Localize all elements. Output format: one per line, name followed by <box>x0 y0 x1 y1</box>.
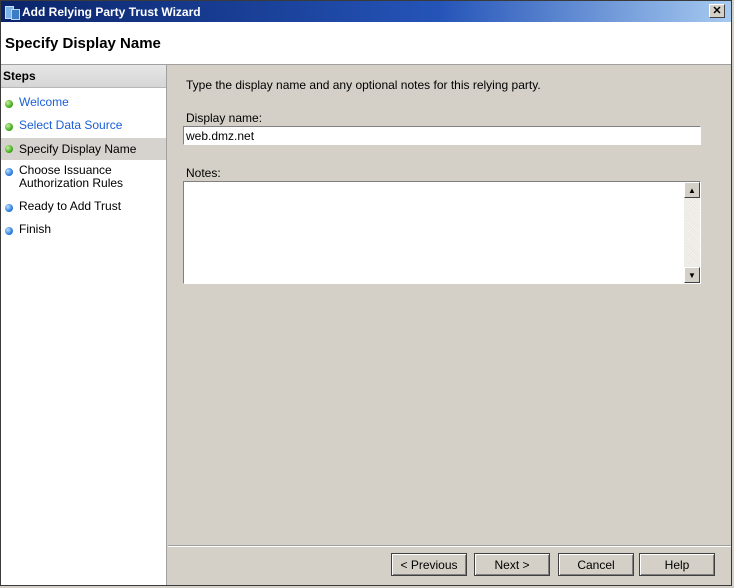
previous-button[interactable]: < Previous <box>391 553 467 576</box>
notes-scrollbar[interactable]: ▲ ▼ <box>684 182 700 283</box>
step-label: Choose Issuance Authorization Rules <box>19 163 124 190</box>
step-ready-to-add-trust: Ready to Add Trust <box>1 200 166 215</box>
step-pending-icon <box>5 227 13 235</box>
step-pending-icon <box>5 204 13 212</box>
step-select-data-source[interactable]: Select Data Source <box>1 119 166 134</box>
close-button[interactable]: ✕ <box>709 4 725 18</box>
steps-panel: Steps Welcome Select Data Source Specify… <box>1 65 167 585</box>
title-bar[interactable]: Add Relying Party Trust Wizard ✕ <box>1 1 731 22</box>
step-label: Ready to Add Trust <box>19 199 122 213</box>
arrow-up-icon: ▲ <box>688 185 696 195</box>
step-specify-display-name: Specify Display Name <box>1 138 166 160</box>
step-complete-icon <box>5 145 13 153</box>
cancel-button[interactable]: Cancel <box>558 553 634 576</box>
step-complete-icon <box>5 123 13 131</box>
step-pending-icon <box>5 168 13 176</box>
step-complete-icon <box>5 100 13 108</box>
step-label: Specify Display Name <box>19 142 137 156</box>
wizard-app-icon <box>4 4 20 20</box>
step-label: Welcome <box>19 95 69 109</box>
page-title: Specify Display Name <box>5 35 161 52</box>
wizard-window: Add Relying Party Trust Wizard ✕ Specify… <box>0 0 732 586</box>
scroll-down-button[interactable]: ▼ <box>684 267 700 283</box>
next-button[interactable]: Next > <box>474 553 550 576</box>
scroll-up-button[interactable]: ▲ <box>684 182 700 198</box>
close-icon: ✕ <box>712 4 722 17</box>
display-name-label: Display name: <box>186 111 263 125</box>
step-choose-issuance-rules: Choose Issuance Authorization Rules <box>1 164 149 190</box>
step-label: Select Data Source <box>19 118 123 132</box>
notes-field[interactable]: ▲ ▼ <box>183 181 701 287</box>
arrow-down-icon: ▼ <box>688 270 696 280</box>
display-name-input[interactable] <box>183 126 701 145</box>
instruction-text: Type the display name and any optional n… <box>186 78 541 92</box>
window-title: Add Relying Party Trust Wizard <box>22 4 201 19</box>
step-welcome[interactable]: Welcome <box>1 96 166 111</box>
notes-textarea[interactable] <box>184 182 688 287</box>
help-button[interactable]: Help <box>639 553 715 576</box>
main-content: Type the display name and any optional n… <box>168 65 731 545</box>
button-bar: < Previous Next > Cancel Help <box>168 545 731 586</box>
step-label: Finish <box>19 222 52 236</box>
steps-heading: Steps <box>1 65 166 88</box>
notes-label: Notes: <box>186 166 221 180</box>
page-header: Specify Display Name <box>1 22 731 65</box>
step-finish: Finish <box>1 223 166 238</box>
